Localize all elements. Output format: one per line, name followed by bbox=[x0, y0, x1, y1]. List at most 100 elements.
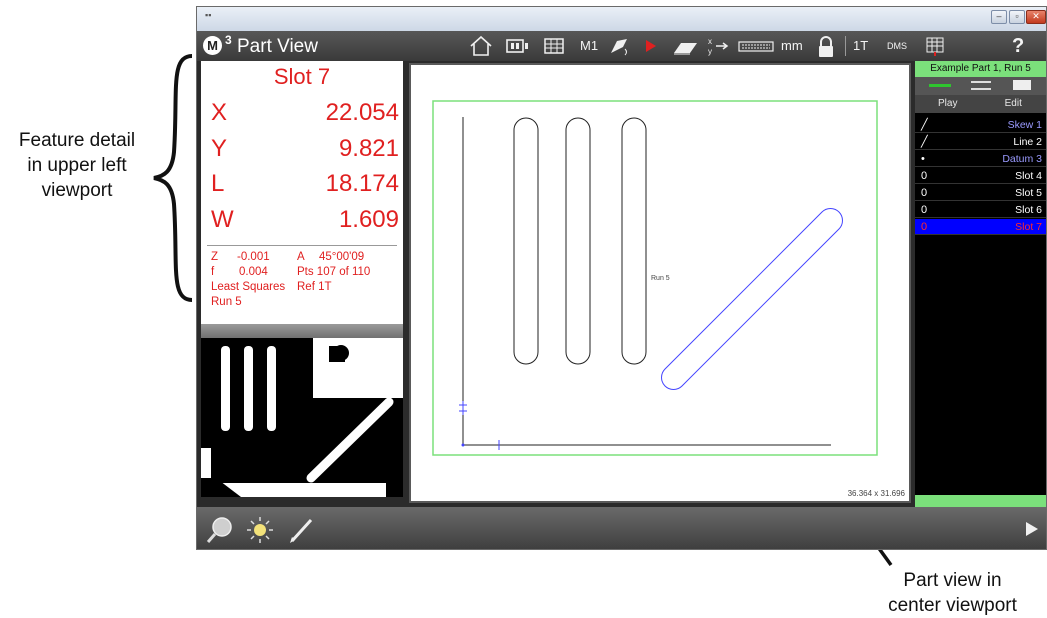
tab-edit[interactable]: Edit bbox=[981, 95, 1047, 113]
feature-list-item[interactable]: 0 Slot 4 bbox=[915, 168, 1046, 184]
value-number: 9.821 bbox=[338, 135, 399, 162]
svg-text:x: x bbox=[708, 37, 712, 46]
line-feature-icon: ╱ bbox=[921, 119, 928, 131]
viewport-divider[interactable] bbox=[201, 324, 403, 338]
value-number: 1.609 bbox=[338, 206, 399, 233]
feature-list-panel: Example Part 1, Run 5 Play Edit ╱ Skew 1 ╱… bbox=[915, 61, 1046, 507]
value-row-x: X 22.054 bbox=[211, 99, 399, 129]
annotation-line: Part view in bbox=[903, 570, 1002, 591]
probe-icon[interactable] bbox=[607, 35, 631, 57]
full-view-toggle[interactable] bbox=[1013, 80, 1031, 90]
feature-detail-panel: Slot 7 X 22.054 Y 9.821 L 18.174 W 1.609… bbox=[201, 61, 403, 497]
page-title: Part View bbox=[237, 36, 318, 57]
slot-feature-icon: 0 bbox=[921, 187, 928, 199]
value-key: W bbox=[211, 206, 234, 233]
table-icon[interactable] bbox=[543, 35, 565, 57]
annotation-line: Feature detail bbox=[18, 130, 136, 151]
datum-point bbox=[461, 443, 465, 447]
value-key: Y bbox=[211, 135, 228, 162]
reference-label: Ref 1T bbox=[297, 281, 332, 293]
window-titlebar: ▪▪ – ▫ ✕ bbox=[197, 7, 1046, 31]
feature-list-item[interactable]: 0 Slot 5 bbox=[915, 185, 1046, 201]
slot-6 bbox=[621, 117, 647, 365]
slot-7 bbox=[661, 208, 843, 390]
line-feature-icon: ╱ bbox=[921, 136, 928, 148]
annotation-line: viewport bbox=[41, 180, 113, 201]
video-icon[interactable] bbox=[505, 35, 531, 57]
feature-list-label: Skew 1 bbox=[1007, 119, 1042, 131]
part-run-header: Example Part 1, Run 5 bbox=[915, 61, 1046, 77]
run-label: Run 5 bbox=[211, 296, 242, 308]
xy-axis-icon[interactable]: x y bbox=[705, 35, 731, 57]
value-key: X bbox=[211, 99, 228, 126]
bottom-toolbar bbox=[197, 507, 1046, 549]
view-dimensions: 36.364 x 31.696 bbox=[847, 489, 905, 498]
feature-title: Slot 7 bbox=[273, 64, 331, 89]
feature-list-label: Slot 4 bbox=[1015, 170, 1042, 182]
maximize-button[interactable]: ▫ bbox=[1009, 10, 1025, 24]
annotation-feature-detail: Feature detail in upper left viewport bbox=[2, 128, 152, 203]
z-key: Z bbox=[211, 251, 219, 263]
slot-feature-icon: 0 bbox=[921, 170, 928, 182]
camera-view[interactable] bbox=[201, 338, 403, 497]
annotation-line: in upper left bbox=[27, 155, 127, 176]
value-row-l: L 18.174 bbox=[211, 170, 399, 200]
window-app-icon: ▪▪ bbox=[205, 10, 212, 20]
feature-list-item[interactable]: ╱ Skew 1 bbox=[915, 117, 1046, 133]
home-icon[interactable] bbox=[469, 35, 493, 57]
value-number: 22.054 bbox=[325, 99, 399, 126]
dual-view-toggle[interactable] bbox=[971, 81, 991, 90]
form-key: f bbox=[211, 266, 215, 278]
z-value: -0.001 bbox=[237, 251, 270, 263]
angle-format-button[interactable]: DMS bbox=[887, 31, 907, 61]
slot-4 bbox=[513, 117, 539, 365]
pencil-icon[interactable] bbox=[287, 515, 317, 545]
light-icon[interactable] bbox=[245, 515, 275, 545]
help-button[interactable]: ? bbox=[1012, 31, 1024, 61]
point-feature-icon: • bbox=[921, 153, 925, 165]
run-icon[interactable] bbox=[641, 35, 661, 57]
play-arrow-icon[interactable] bbox=[1025, 521, 1039, 537]
feature-list-item[interactable]: 0 Slot 7 bbox=[915, 219, 1046, 235]
play-edit-tabs: Play Edit bbox=[915, 95, 1046, 113]
eraser-icon[interactable] bbox=[671, 35, 699, 57]
value-row-w: W 1.609 bbox=[211, 206, 399, 236]
single-view-toggle[interactable] bbox=[929, 84, 951, 87]
logo-superscript: 3 bbox=[225, 33, 232, 47]
value-key: L bbox=[211, 170, 225, 197]
units-button[interactable]: mm bbox=[781, 31, 803, 61]
slot-feature-icon: 0 bbox=[921, 204, 928, 216]
feature-list-label: Slot 7 bbox=[1015, 221, 1042, 233]
angle-value: 45°00'09 bbox=[319, 251, 365, 263]
value-row-y: Y 9.821 bbox=[211, 135, 399, 165]
slot-feature-icon: 0 bbox=[921, 221, 928, 233]
form-value: 0.004 bbox=[239, 266, 268, 278]
feature-list-label: Line 2 bbox=[1013, 136, 1042, 148]
feature-list-footer bbox=[915, 495, 1046, 507]
m1-button[interactable]: M1 bbox=[580, 31, 598, 61]
run-annotation: Run 5 bbox=[651, 275, 670, 282]
feature-list-item[interactable]: 0 Slot 6 bbox=[915, 202, 1046, 218]
annotation-brace bbox=[153, 54, 193, 302]
app-window: ▪▪ – ▫ ✕ M 3 Part View M1 x y mm 1T DMS … bbox=[196, 6, 1047, 550]
value-number: 18.174 bbox=[325, 170, 399, 197]
slot-5 bbox=[565, 117, 591, 365]
minimize-button[interactable]: – bbox=[991, 10, 1007, 24]
angle-key: A bbox=[297, 251, 305, 263]
detail-separator bbox=[207, 245, 397, 246]
annotation-part-view: Part view in center viewport bbox=[858, 568, 1047, 618]
lock-icon[interactable] bbox=[815, 35, 837, 59]
annotation-line: center viewport bbox=[888, 595, 1017, 616]
main-toolbar: M 3 Part View M1 x y mm 1T DMS ? bbox=[197, 31, 1046, 61]
magnifier-icon[interactable] bbox=[205, 515, 235, 545]
part-view-canvas[interactable]: Run 5 36.364 x 31.696 bbox=[409, 63, 911, 503]
feature-list-item[interactable]: • Datum 3 bbox=[915, 151, 1046, 167]
feature-list-item[interactable]: ╱ Line 2 bbox=[915, 134, 1046, 150]
feature-list-label: Slot 6 bbox=[1015, 204, 1042, 216]
keyboard-icon[interactable] bbox=[737, 35, 775, 57]
tab-play[interactable]: Play bbox=[915, 95, 981, 113]
grid-icon[interactable] bbox=[923, 35, 947, 57]
tolerance-button[interactable]: 1T bbox=[853, 31, 868, 61]
close-button[interactable]: ✕ bbox=[1026, 10, 1046, 24]
toolbar-divider bbox=[845, 36, 846, 56]
